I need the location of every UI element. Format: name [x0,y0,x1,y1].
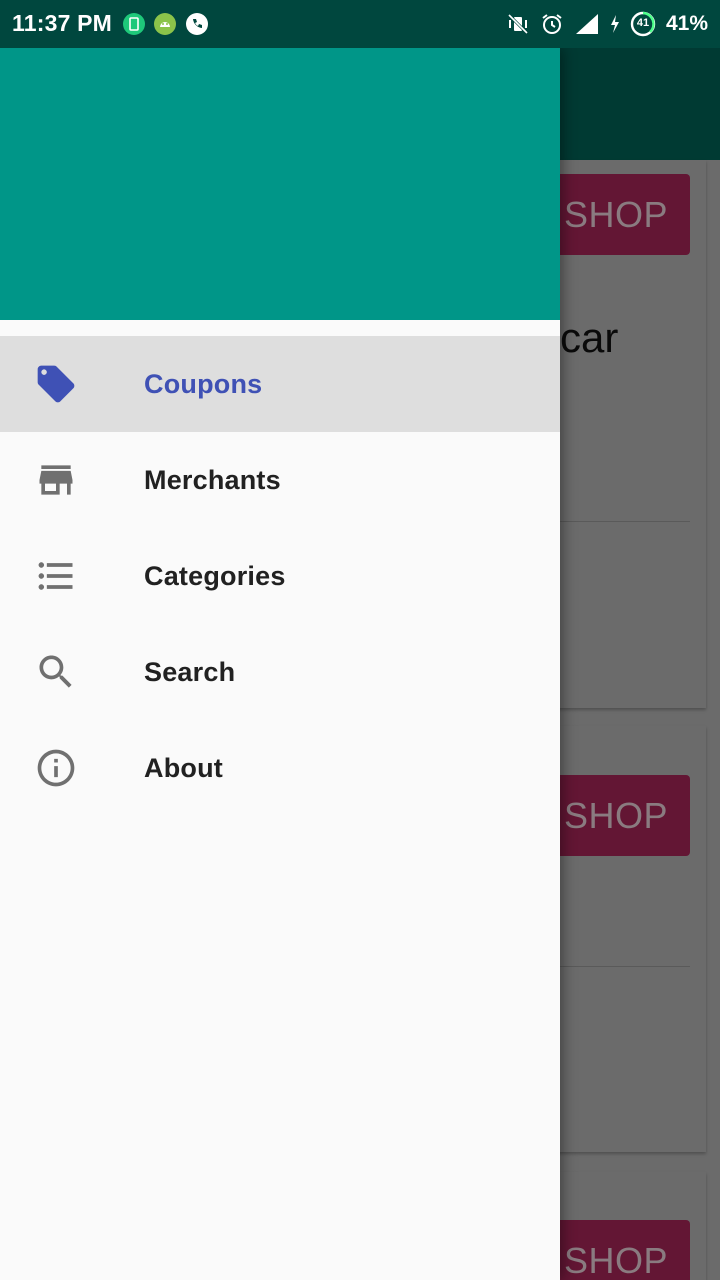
status-time: 11:37 PM [12,10,113,36]
menu-item-about[interactable]: About [0,720,560,816]
list-icon [34,554,78,598]
info-icon [34,746,78,790]
android-debug-icon [154,13,176,35]
menu-item-merchants[interactable]: Merchants [0,432,560,528]
battery-ring-value: 41 [636,17,650,29]
background-card-divider [560,521,690,522]
signal-icon [575,14,598,34]
notification-app-icon [123,13,145,35]
charging-icon [610,15,619,33]
vibrate-off-icon [507,13,529,35]
store-icon [34,458,78,502]
tag-icon [34,362,78,406]
menu-item-label: Coupons [144,368,263,399]
menu-item-label: Search [144,656,236,687]
alarm-icon [542,14,562,34]
drawer-menu: Coupons Merchants Categories Search Abou… [0,336,560,816]
menu-item-label: About [144,752,223,783]
battery-percent: 41% [665,12,708,35]
status-right-group: 41 41% [506,8,708,40]
menu-item-label: Categories [144,560,286,591]
menu-item-coupons[interactable]: Coupons [0,336,560,432]
drawer-header [0,48,560,320]
menu-item-categories[interactable]: Categories [0,528,560,624]
search-icon [34,650,78,694]
menu-item-label: Merchants [144,464,281,495]
menu-item-search[interactable]: Search [0,624,560,720]
status-bar: 11:37 PM 41 41% [0,0,720,48]
background-card-title: car [560,314,619,361]
phone-call-icon [186,13,208,35]
background-card-divider [560,966,690,967]
navigation-drawer: Coupons Merchants Categories Search Abou… [0,48,560,1280]
battery-ring-icon: 41 [630,11,656,37]
